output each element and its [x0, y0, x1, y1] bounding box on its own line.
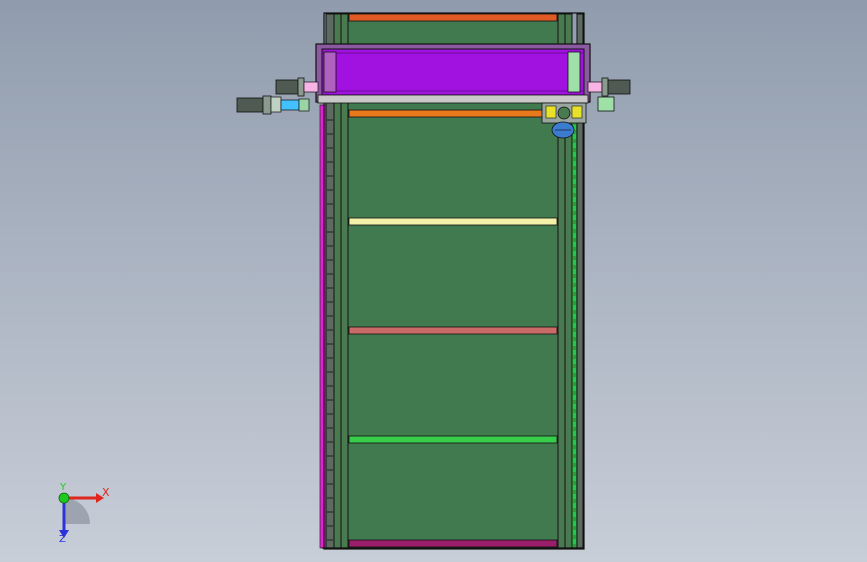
left-lower-motor[interactable]: [236, 95, 310, 115]
triad-shadow: [64, 498, 90, 524]
chain-link: [573, 215, 576, 220]
right-chain-track: [571, 109, 578, 549]
gearbox-yellow-right: [571, 105, 583, 119]
chain-link: [573, 422, 576, 427]
chain-link: [573, 188, 576, 193]
motor-coupler: [298, 98, 310, 112]
motor-flange: [297, 77, 305, 97]
view-triad[interactable]: X Y Z: [40, 482, 120, 544]
chain-link: [573, 161, 576, 166]
chain-link: [573, 260, 576, 265]
chain-link: [573, 539, 576, 544]
left-side-strip: [319, 104, 327, 549]
chain-link: [573, 476, 576, 481]
bar-bottom-magenta: [348, 539, 558, 548]
chain-link: [573, 413, 576, 418]
chain-link: [573, 359, 576, 364]
chain-link: [573, 323, 576, 328]
bar-salmon: [348, 326, 558, 335]
graphics-viewport[interactable]: X Y Z: [0, 0, 867, 562]
chain-link: [573, 431, 576, 436]
chain-link: [573, 494, 576, 499]
chain-link: [573, 521, 576, 526]
cad-model-view[interactable]: [0, 0, 867, 562]
chain-link: [573, 449, 576, 454]
motor-coupler: [303, 81, 319, 93]
carriage-bottom-plate: [317, 94, 589, 104]
chain-link: [573, 206, 576, 211]
chain-link: [573, 350, 576, 355]
carriage-body: [321, 48, 585, 96]
chain-link: [573, 368, 576, 373]
chain-link: [573, 143, 576, 148]
chain-link: [573, 287, 576, 292]
motor-body: [275, 79, 299, 95]
gearbox-pulley: [557, 106, 571, 120]
right-upper-motor[interactable]: [587, 77, 631, 97]
chain-link: [573, 242, 576, 247]
chain-link: [573, 278, 576, 283]
carriage-right-end: [567, 51, 581, 93]
chain-link: [573, 485, 576, 490]
chain-link: [573, 251, 576, 256]
chain-link: [573, 152, 576, 157]
chain-link: [573, 386, 576, 391]
chain-link: [573, 467, 576, 472]
chain-link: [573, 314, 576, 319]
chain-link: [573, 224, 576, 229]
motor-body: [607, 79, 631, 95]
left-upper-motor[interactable]: [275, 77, 319, 97]
motor-gearbox: [270, 96, 282, 113]
gearbox-yellow-left: [545, 105, 557, 119]
coupler: [597, 96, 615, 112]
motor-flange: [601, 77, 609, 97]
chain-link: [573, 179, 576, 184]
triad-origin: [58, 492, 70, 504]
chain-link: [573, 233, 576, 238]
chain-link: [573, 341, 576, 346]
chain-link: [573, 530, 576, 535]
chain-link: [573, 440, 576, 445]
motor-flange: [262, 95, 272, 115]
carriage-assembly[interactable]: [315, 43, 591, 104]
carriage-left-end: [323, 51, 337, 93]
motor-coupler: [587, 81, 603, 93]
bar-top-orange: [348, 13, 558, 22]
chain-link: [573, 458, 576, 463]
bar-orange-2: [348, 109, 558, 118]
motor-body: [236, 97, 264, 113]
chain-link: [573, 404, 576, 409]
chain-link: [573, 512, 576, 517]
chain-link: [573, 503, 576, 508]
chain-link: [573, 332, 576, 337]
chain-link: [573, 395, 576, 400]
triad-y-label: Y: [59, 482, 67, 493]
chain-link: [573, 305, 576, 310]
chain-link: [573, 197, 576, 202]
right-lower-coupler: [597, 96, 615, 112]
bar-cream: [348, 217, 558, 226]
chain-link: [573, 296, 576, 301]
chain-link: [573, 269, 576, 274]
motor-ring: [280, 99, 300, 111]
triad-x-label: X: [102, 486, 110, 499]
triad-z-label: Z: [59, 534, 66, 544]
chain-link: [573, 377, 576, 382]
chain-link: [573, 170, 576, 175]
bar-green: [348, 435, 558, 444]
chain-link: [573, 134, 576, 139]
